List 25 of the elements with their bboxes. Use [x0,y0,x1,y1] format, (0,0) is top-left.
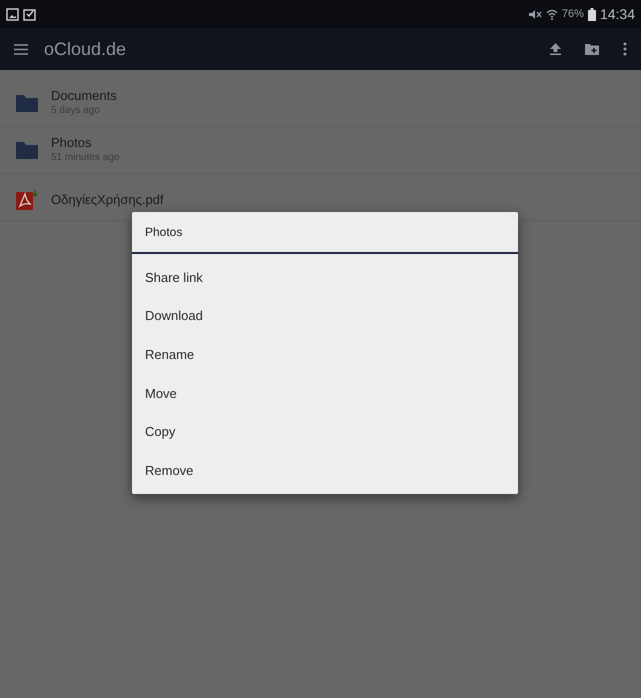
menu-item[interactable]: Download [132,296,518,336]
menu-icon[interactable] [14,44,28,54]
battery-percent: 76% [562,6,584,22]
new-folder-icon[interactable] [585,44,599,54]
upload-icon[interactable] [550,43,561,55]
folder-icon [16,94,38,112]
app-title: oCloud.de [44,38,126,60]
clock-time: 14:34 [600,4,635,24]
pdf-file-icon [16,190,38,210]
battery-icon [588,8,596,20]
gallery-icon [6,8,19,20]
menu-item[interactable]: Copy [132,412,518,452]
wifi-icon [546,8,558,20]
menu-item[interactable]: Move [132,374,518,413]
folder-icon [16,142,38,158]
clipboard-check-icon [23,8,36,20]
menu-item[interactable]: Remove [132,451,518,490]
dialog-title: Photos [132,212,518,254]
menu-item[interactable]: Share link [132,258,518,297]
menu-item[interactable]: Rename [132,335,518,374]
file-name: Documents [51,88,117,104]
file-name: ΟδηγίεςΧρήσης.pdf [51,192,164,208]
mute-icon [528,8,542,20]
more-options-icon[interactable] [623,42,627,56]
file-name: Photos [51,134,92,150]
